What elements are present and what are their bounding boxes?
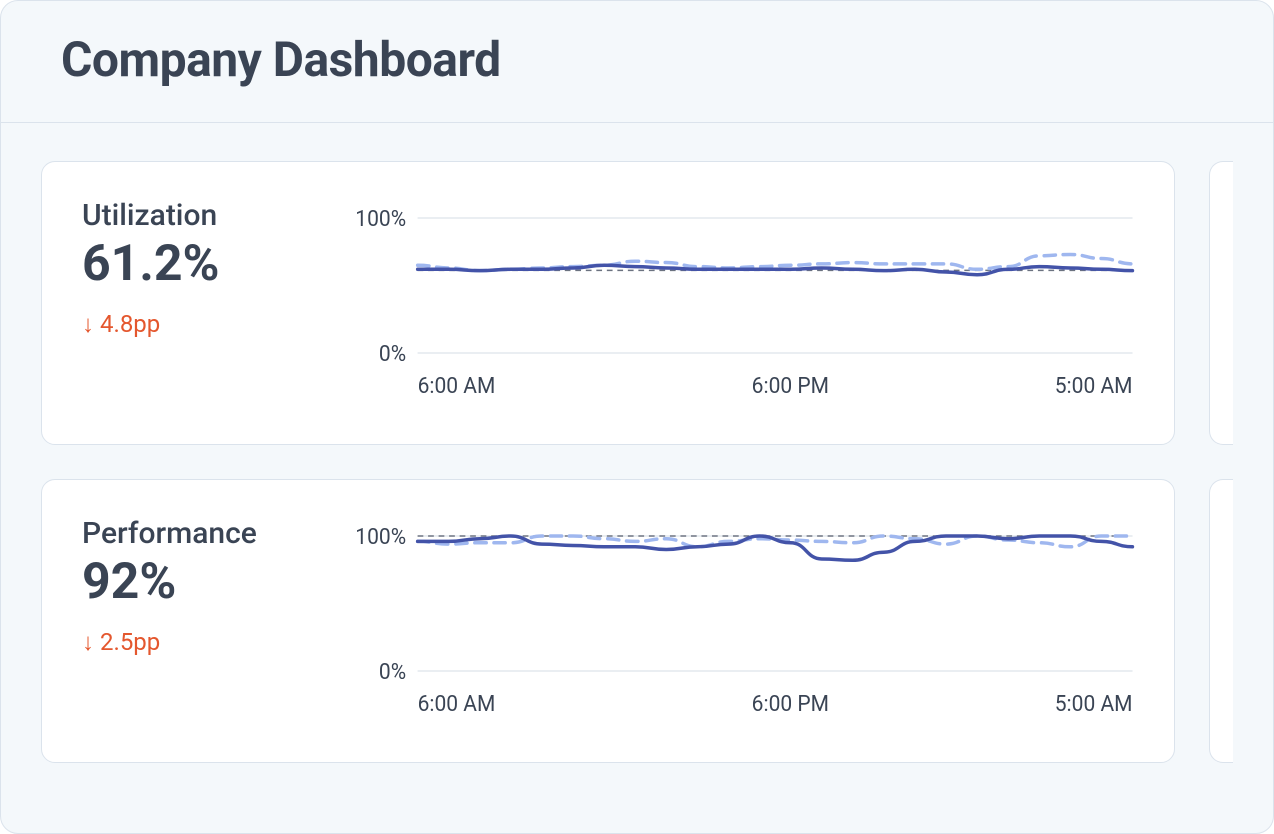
performance-plot xyxy=(418,536,1133,560)
utilization-row: Utilization 61.2% ↓ 4.8pp 100% 0% 6:00 A… xyxy=(41,161,1233,445)
performance-xtick-2: 5:00 AM xyxy=(1055,692,1133,718)
arrow-down-icon: ↓ xyxy=(82,630,94,654)
performance-metric: Performance 92% ↓ 2.5pp xyxy=(82,516,312,740)
performance-row: Performance 92% ↓ 2.5pp 100% 0% 6:00 AM … xyxy=(41,479,1233,763)
page-header: Company Dashboard xyxy=(1,1,1273,123)
page-title: Company Dashboard xyxy=(61,31,1213,88)
performance-series-current xyxy=(418,536,1133,560)
utilization-delta: ↓ 4.8pp xyxy=(82,310,312,338)
dashboard-content: Utilization 61.2% ↓ 4.8pp 100% 0% 6:00 A… xyxy=(1,123,1273,801)
performance-ytick-0: 0% xyxy=(379,660,406,686)
utilization-neighbor-card[interactable] xyxy=(1209,161,1233,445)
utilization-xtick-1: 6:00 PM xyxy=(752,374,829,400)
utilization-xtick-2: 5:00 AM xyxy=(1055,374,1133,400)
arrow-down-icon: ↓ xyxy=(82,312,94,336)
performance-chart: 100% 0% 6:00 AM 6:00 PM 5:00 AM xyxy=(322,516,1144,740)
performance-delta-text: 2.5pp xyxy=(100,628,160,656)
performance-title: Performance xyxy=(82,516,312,551)
utilization-ytick-100: 100% xyxy=(355,207,406,233)
utilization-ytick-0: 0% xyxy=(379,342,406,368)
utilization-card[interactable]: Utilization 61.2% ↓ 4.8pp 100% 0% 6:00 A… xyxy=(41,161,1175,445)
performance-xtick-1: 6:00 PM xyxy=(752,692,829,718)
performance-delta: ↓ 2.5pp xyxy=(82,628,312,656)
utilization-chart: 100% 0% 6:00 AM 6:00 PM 5:00 AM xyxy=(322,198,1144,422)
utilization-delta-text: 4.8pp xyxy=(100,310,160,338)
utilization-series-current xyxy=(418,265,1133,274)
dashboard-page: Company Dashboard Utilization 61.2% ↓ 4.… xyxy=(0,0,1274,834)
utilization-title: Utilization xyxy=(82,198,312,233)
performance-neighbor-card[interactable] xyxy=(1209,479,1233,763)
performance-value: 92% xyxy=(82,555,312,610)
utilization-svg: 100% 0% 6:00 AM 6:00 PM 5:00 AM xyxy=(322,198,1144,422)
utilization-value: 61.2% xyxy=(82,237,312,292)
performance-card[interactable]: Performance 92% ↓ 2.5pp 100% 0% 6:00 AM … xyxy=(41,479,1175,763)
performance-ytick-100: 100% xyxy=(355,525,406,551)
utilization-metric: Utilization 61.2% ↓ 4.8pp xyxy=(82,198,312,422)
performance-xtick-0: 6:00 AM xyxy=(418,692,496,718)
performance-svg: 100% 0% 6:00 AM 6:00 PM 5:00 AM xyxy=(322,516,1144,740)
utilization-xtick-0: 6:00 AM xyxy=(418,374,496,400)
utilization-plot xyxy=(418,254,1133,274)
